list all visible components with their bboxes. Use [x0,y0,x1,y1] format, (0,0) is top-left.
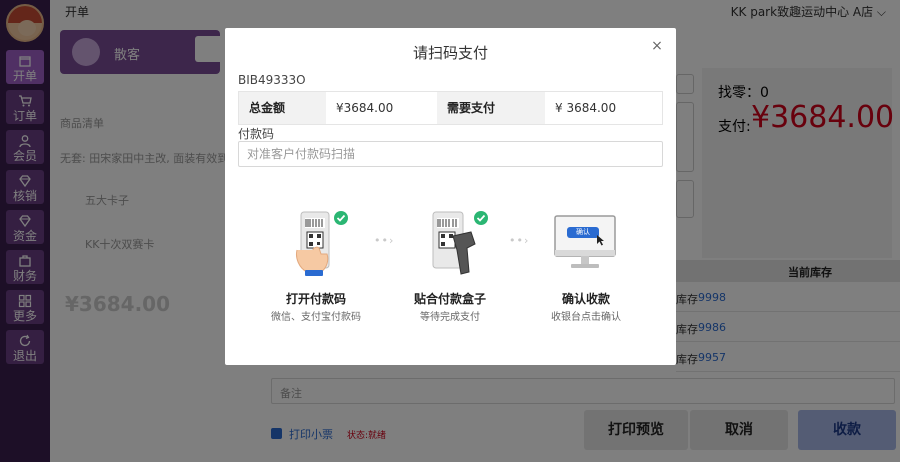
step-title: 打开付款码 [285,292,346,306]
scan-pay-dialog: 请扫码支付 × BIB49333O 总金额 ¥3684.00 需要支付 ¥ 36… [225,28,676,365]
due-value: ¥ 3684.00 [555,101,617,115]
step-desc: 收银台点击确认 [551,312,621,323]
close-icon[interactable]: × [649,38,665,54]
order-number: BIB49333O [238,73,306,87]
step-title: 确认收款 [561,292,610,306]
dialog-title: 请扫码支付 [412,44,488,62]
arrow-dots-icon: ••› [374,234,395,247]
arrow-dots-icon: ••› [509,234,530,247]
amount-table: 总金额 ¥3684.00 需要支付 ¥ 3684.00 [238,91,663,125]
scanner-box-icon [427,210,497,280]
total-value: ¥3684.00 [336,101,394,115]
step-title: 贴合付款盒子 [413,292,486,306]
payment-code-label: 付款码 [238,127,275,141]
confirm-badge-label: 确认 [576,228,590,236]
total-label: 总金额 [239,92,326,124]
due-label: 需要支付 [437,92,545,124]
monitor-confirm-icon: 确认 [553,214,619,272]
step-desc: 微信、支付宝付款码 [271,312,361,323]
payment-code-input[interactable] [238,141,663,167]
phone-qr-icon [291,210,355,280]
step-desc: 等待完成支付 [420,312,480,323]
